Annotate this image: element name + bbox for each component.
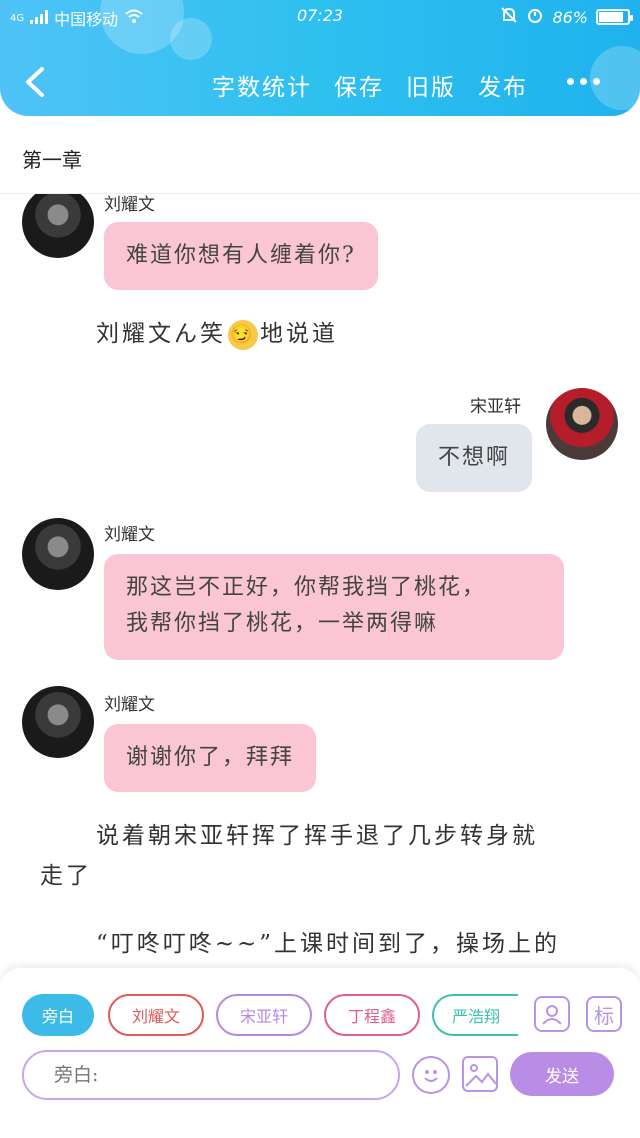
narration-text[interactable]: 刘耀文ん笑 😏 地说道 (96, 316, 338, 352)
mute-bell-icon (500, 6, 518, 28)
word-count-button[interactable]: 字数统计 (212, 68, 312, 102)
nav-bar: 字数统计 保存 旧版 发布 (0, 46, 640, 116)
alarm-icon (526, 6, 544, 28)
speaker-name: 刘耀文 (104, 195, 155, 215)
send-button[interactable]: 发送 (510, 1052, 614, 1096)
battery-icon (596, 9, 633, 25)
back-icon[interactable] (22, 66, 50, 97)
avatar-liu-yaowen[interactable] (22, 686, 94, 758)
add-character-icon[interactable] (534, 996, 570, 1032)
chapter-title[interactable]: 第一章 (22, 144, 82, 173)
emoji-icon[interactable] (412, 1056, 450, 1094)
speaker-name: 刘耀文 (104, 695, 155, 715)
image-icon[interactable] (462, 1056, 498, 1092)
chat-bubble[interactable]: 那这岂不正好，你帮我挡了桃花， 我帮你挡了桃花，一举两得嘛 (104, 554, 564, 660)
status-bar: 4G 中国移动 07:23 86% (0, 0, 640, 34)
more-icon[interactable] (567, 78, 600, 85)
nav-actions: 字数统计 保存 旧版 发布 (212, 68, 528, 102)
speaker-name: 刘耀文 (104, 525, 155, 545)
old-version-button[interactable]: 旧版 (406, 68, 456, 102)
chapter-header: 第一章 (0, 116, 640, 194)
avatar-liu-yaowen[interactable] (22, 518, 94, 590)
narration-text[interactable]: 说着朝宋亚轩挥了挥手退了几步转身就 (96, 818, 538, 854)
save-button[interactable]: 保存 (334, 68, 384, 102)
tag-button[interactable]: 标 (586, 996, 622, 1032)
publish-button[interactable]: 发布 (478, 68, 528, 102)
role-narration[interactable]: 旁白 (22, 994, 94, 1036)
battery-level (599, 12, 624, 22)
narration-part: 刘耀文ん笑 (96, 321, 226, 347)
speaker-name: 宋亚轩 (470, 397, 521, 417)
narration-part: 地说道 (260, 321, 338, 347)
message-input[interactable] (22, 1050, 400, 1100)
chat-area[interactable]: 刘耀文 难道你想有人缠着你? 刘耀文ん笑 😏 地说道 宋亚轩 不想啊 刘耀文 那这岂… (0, 194, 640, 968)
chat-bubble[interactable]: 谢谢你了，拜拜 (104, 724, 317, 792)
bubble-line: 我帮你挡了桃花，一举两得嘛 (126, 611, 439, 636)
narration-text[interactable]: 走了 (40, 858, 92, 894)
chat-bubble[interactable]: 难道你想有人缠着你? (104, 222, 378, 290)
avatar-song-yaxuan[interactable] (546, 388, 618, 460)
role-ding-chengxin[interactable]: 丁程鑫 (324, 994, 420, 1036)
chat-bubble[interactable]: 不想啊 (416, 424, 533, 492)
battery-percent: 86% (552, 7, 588, 27)
smirk-emoji-icon: 😏 (228, 320, 258, 350)
role-song-yaxuan[interactable]: 宋亚轩 (216, 994, 312, 1036)
bubble-line: 那这岂不正好，你帮我挡了桃花， (126, 575, 487, 600)
avatar-liu-yaowen[interactable] (22, 194, 94, 258)
role-liu-yaowen[interactable]: 刘耀文 (108, 994, 204, 1036)
role-yan-haoxiang[interactable]: 严浩翔 (432, 994, 518, 1036)
input-toolbar: 旁白 刘耀文 宋亚轩 丁程鑫 严浩翔 标 发送 (0, 968, 640, 1138)
narration-text[interactable]: “叮咚叮咚~~”上课时间到了，操场上的 (96, 926, 560, 962)
top-bar: 4G 中国移动 07:23 86% 字数统计 保存 旧版 发布 (0, 0, 640, 116)
